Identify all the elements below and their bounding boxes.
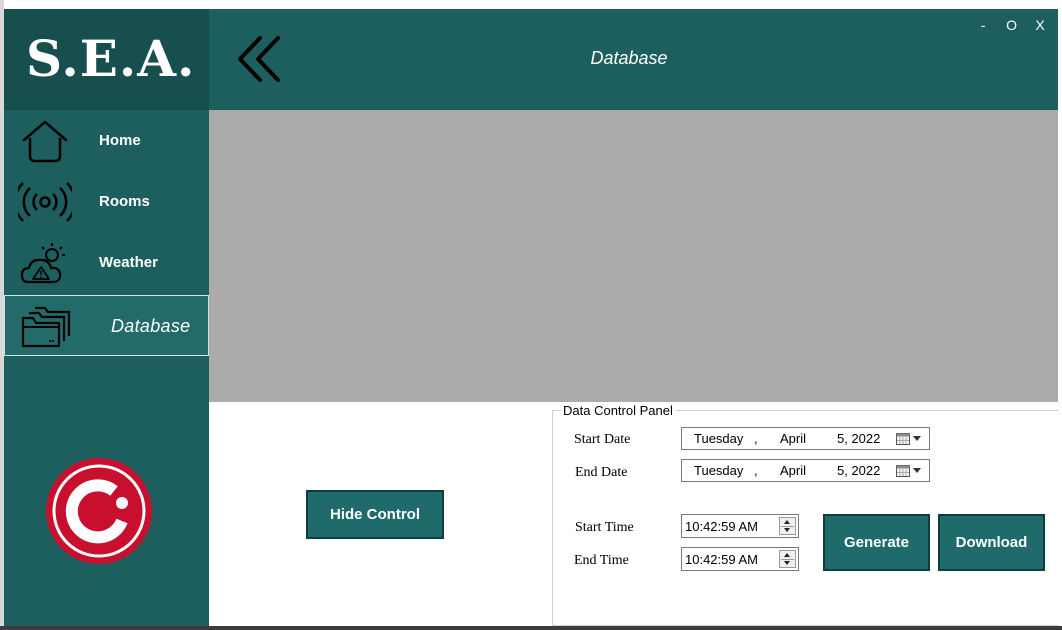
start-date-picker[interactable]: Tuesday , April 5, 2022 [681,427,930,450]
folders-icon [21,306,71,348]
sidebar-item-rooms[interactable]: Rooms [4,171,209,232]
hide-control-button[interactable]: Hide Control [306,490,444,539]
end-date-picker[interactable]: Tuesday , April 5, 2022 [681,459,930,482]
start-date-day: Tuesday [694,431,744,446]
sidebar-item-label: Rooms [99,193,150,210]
spin-down-icon [784,561,790,565]
end-time-spinner[interactable] [779,550,796,568]
close-button[interactable]: X [1028,15,1052,35]
page-title: Database [590,48,668,68]
minimize-button[interactable]: - [971,15,995,35]
broadcast-icon [18,182,72,222]
panel-title: Data Control Panel [561,403,675,419]
calendar-icon [896,465,910,477]
sidebar-item-label: Home [99,132,141,149]
end-date-sep: , [754,463,758,478]
end-date-label: End Date [575,465,628,480]
app-logo-text: S.E.A. [26,29,196,88]
end-time-value: 10:42:59 AM [685,552,758,567]
sidebar-item-label: Database [111,316,191,336]
start-time-picker[interactable]: 10:42:59 AM [681,514,799,538]
calendar-icon [896,433,910,445]
spinner-divider [781,526,794,527]
home-icon [22,120,68,163]
end-time-label: End Time [574,553,629,568]
end-date-date: 5, 2022 [837,463,881,478]
generate-button[interactable]: Generate [823,514,930,571]
spinner-divider [781,559,794,560]
start-date-month: April [780,431,807,446]
data-view-area [209,110,1058,402]
start-time-spinner[interactable] [779,517,796,535]
chevron-down-icon [913,436,921,441]
spin-up-icon [784,520,790,524]
desktop-backdrop-top [0,0,1062,9]
end-time-picker[interactable]: 10:42:59 AM [681,547,799,571]
chevron-down-icon [913,468,921,473]
desktop-backdrop-bottom [0,626,1062,630]
start-time-value: 10:42:59 AM [685,519,758,534]
sidebar-item-home[interactable]: Home [4,110,209,171]
sidebar: S.E.A. Home Rooms Weather Database [4,9,209,626]
spin-up-icon [784,553,790,557]
start-date-sep: , [754,431,758,446]
start-date-date: 5, 2022 [837,431,881,446]
brand-logo-icon [46,458,152,564]
download-button[interactable]: Download [938,514,1045,571]
window-controls: - O X [971,15,1052,35]
collapse-sidebar-icon[interactable] [236,34,284,84]
weather-alert-icon [20,243,65,284]
maximize-button[interactable]: O [1000,15,1024,35]
sidebar-item-weather[interactable]: Weather [4,232,209,293]
start-time-label: Start Time [575,520,634,535]
sidebar-item-database[interactable]: Database [4,295,209,356]
header-bar: Database - O X [209,9,1058,110]
logo-box: S.E.A. [4,9,209,110]
app-window: S.E.A. Home Rooms Weather Database Datab… [4,9,1058,626]
start-date-label: Start Date [574,432,631,447]
end-date-day: Tuesday [694,463,744,478]
sidebar-item-label: Weather [99,254,158,271]
end-date-month: April [780,463,807,478]
spin-down-icon [784,528,790,532]
